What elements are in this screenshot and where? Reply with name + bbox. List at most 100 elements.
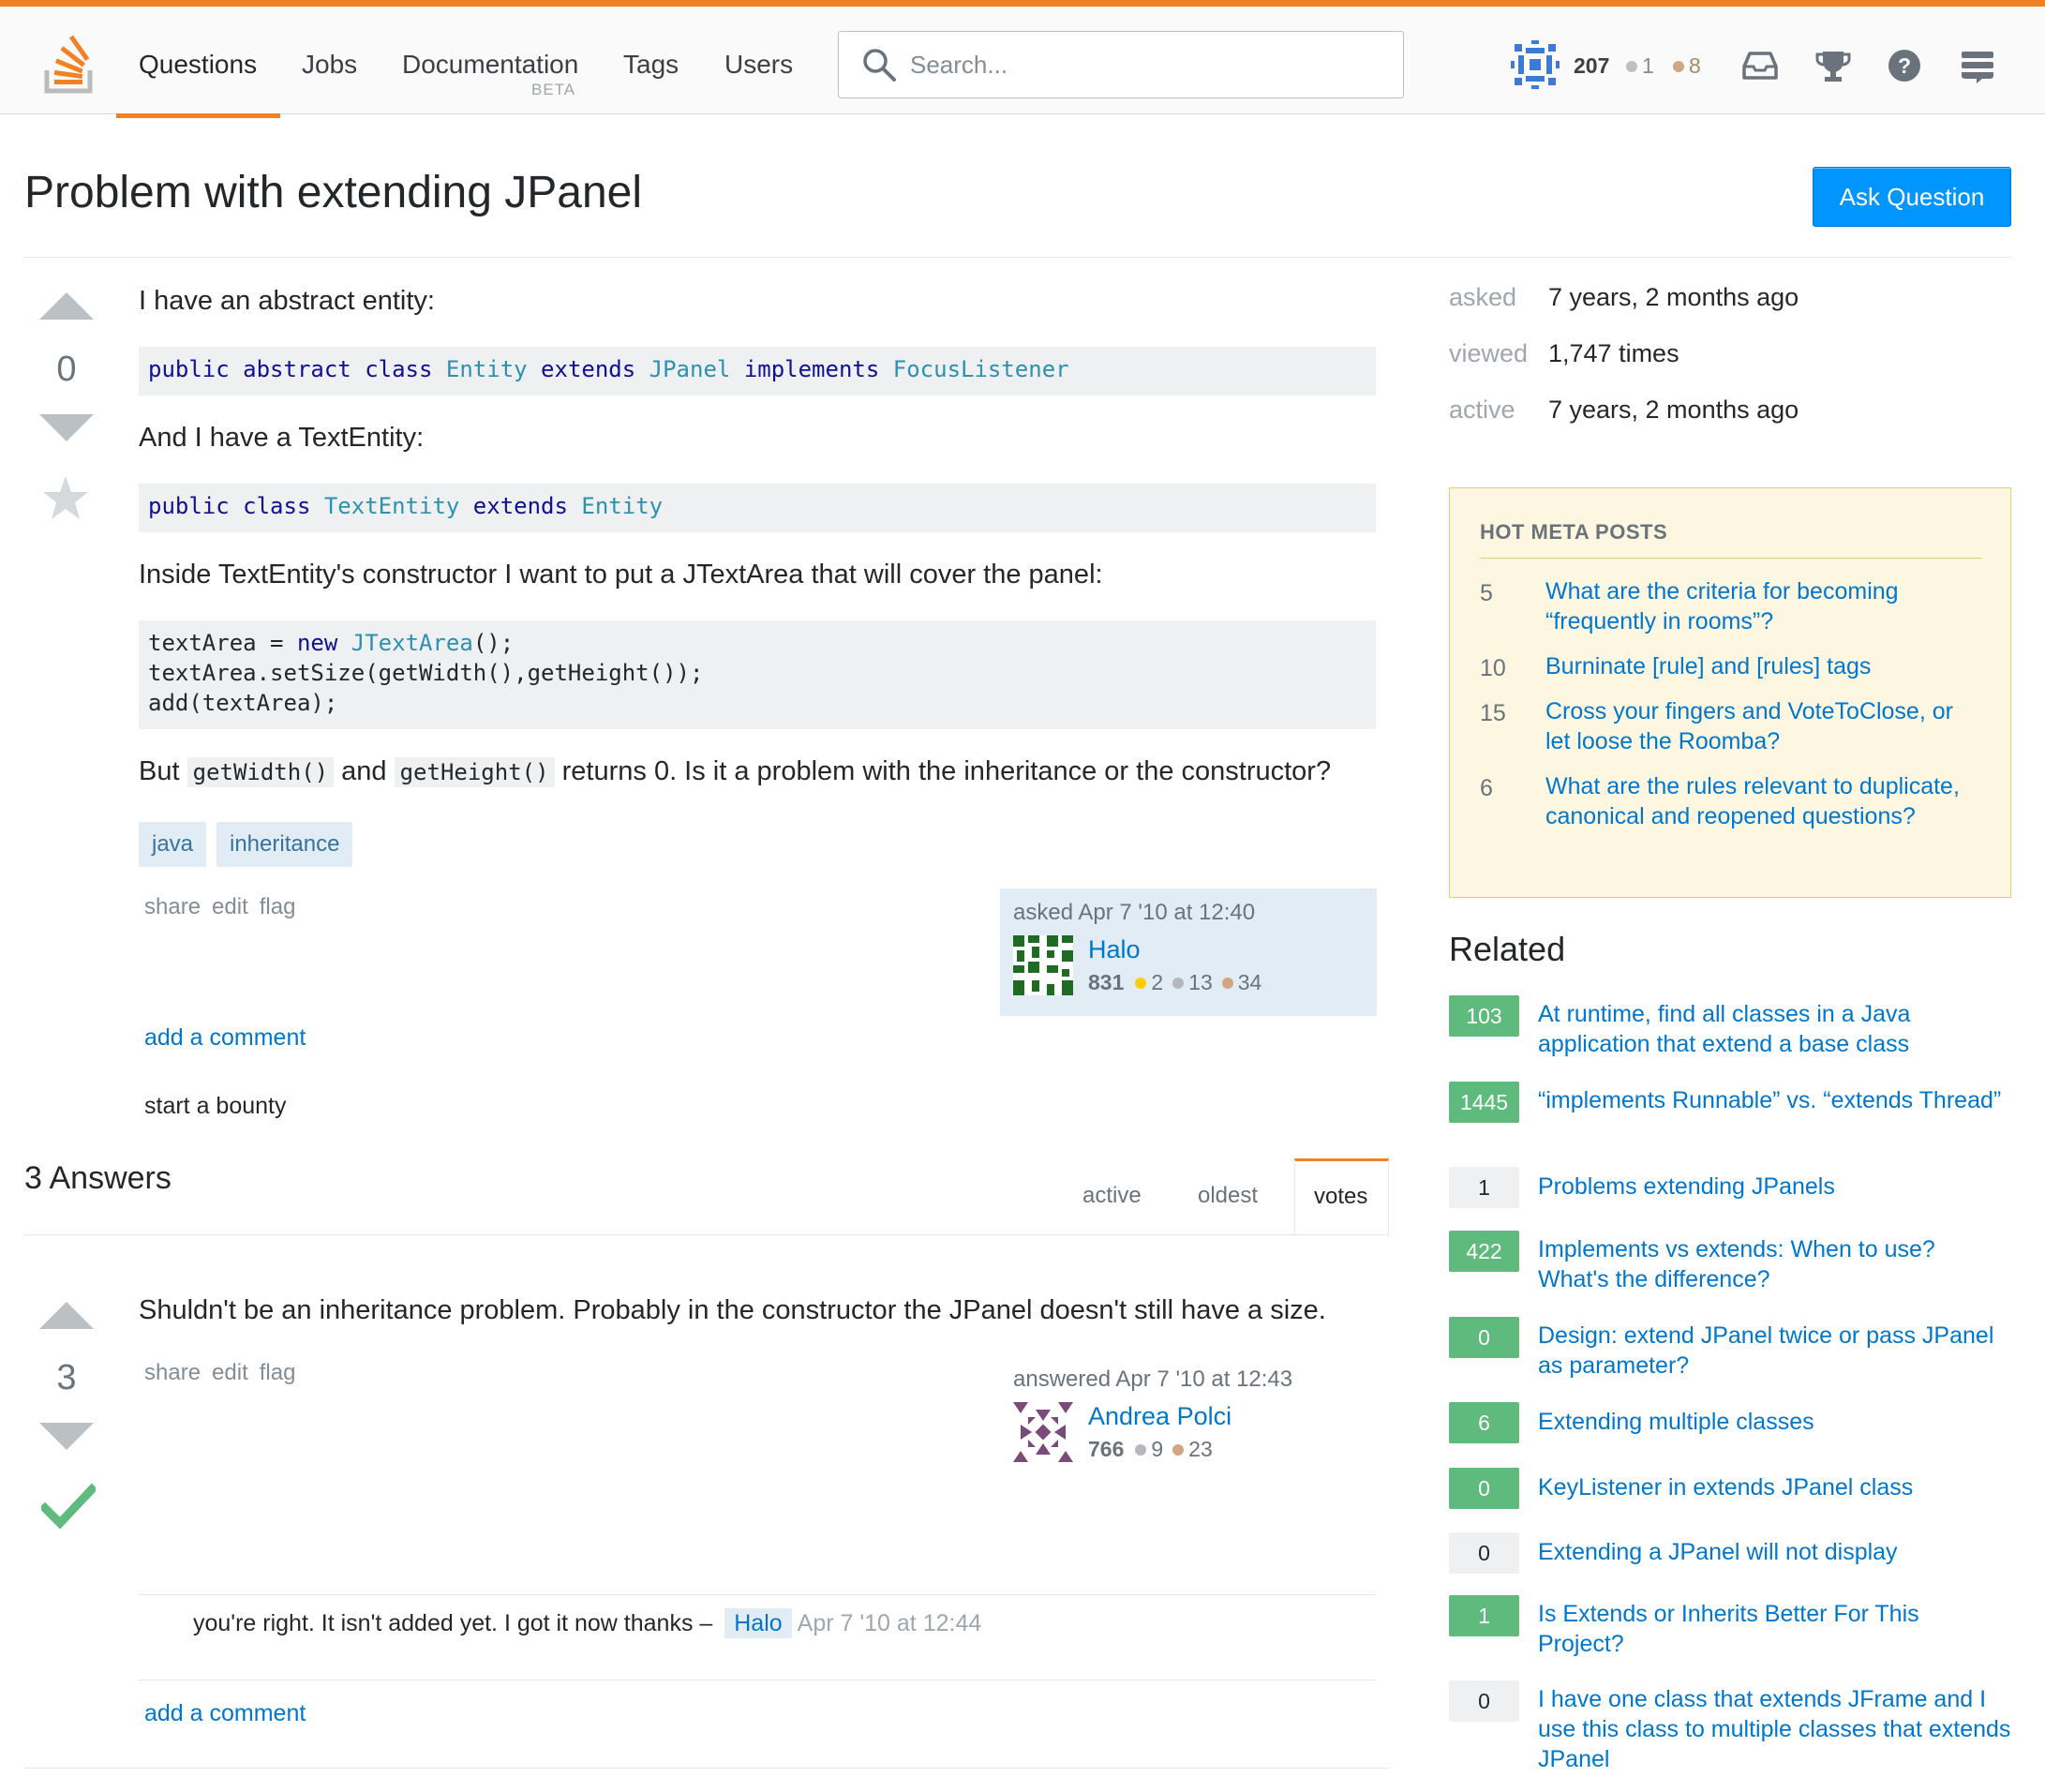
site-switcher-icon[interactable] — [1958, 46, 1997, 85]
code-block-entity: public abstract class Entity extends JPa… — [139, 347, 1376, 396]
related-link[interactable]: Implements vs extends: When to use? What… — [1538, 1234, 2011, 1294]
code-block-constructor: textArea = new JTextArea(); textArea.set… — [139, 620, 1376, 729]
related-score: 422 — [1449, 1231, 1519, 1272]
sort-tab-active[interactable]: active — [1082, 1183, 1142, 1209]
bronze-count: 8 — [1689, 53, 1701, 78]
accepted-checkmark-icon — [41, 1484, 96, 1530]
nav-tags[interactable]: Tags — [623, 50, 679, 80]
nav-users[interactable]: Users — [724, 50, 793, 80]
answer-flag-link[interactable]: flag — [260, 1360, 296, 1385]
favorite-star-icon[interactable] — [41, 474, 90, 523]
related-link[interactable]: I have one class that extends JFrame and… — [1538, 1684, 2011, 1774]
related-link[interactable]: Extending multiple classes — [1538, 1407, 2011, 1437]
ask-question-button[interactable]: Ask Question — [1813, 167, 2011, 227]
flag-link[interactable]: flag — [260, 894, 296, 919]
related-score: 103 — [1449, 995, 1519, 1037]
comment-divider-top — [139, 1594, 1376, 1595]
owner-silver-count: 13 — [1188, 970, 1213, 994]
nav-documentation[interactable]: Documentation — [402, 50, 578, 80]
silver-count: 1 — [1642, 53, 1654, 78]
related-link[interactable]: Is Extends or Inherits Better For This P… — [1538, 1599, 2011, 1659]
comment-time[interactable]: Apr 7 '10 at 12:44 — [798, 1610, 982, 1636]
answer-upvote-button[interactable] — [39, 1302, 94, 1329]
question-title[interactable]: Problem with extending JPanel — [24, 167, 642, 218]
stat-viewed-value: 1,747 times — [1548, 339, 1679, 367]
related-link[interactable]: At runtime, find all classes in a Java a… — [1538, 999, 2011, 1059]
related-score: 1 — [1449, 1595, 1519, 1636]
search-input[interactable] — [910, 45, 1379, 84]
author-bronze-count: 23 — [1188, 1437, 1213, 1461]
owner-stats: 831 2 13 34 — [1088, 970, 1271, 995]
related-score: 0 — [1449, 1468, 1519, 1509]
answer-divider — [24, 1768, 1389, 1769]
question-downvote-button[interactable] — [39, 414, 94, 441]
tag-java[interactable]: java — [139, 822, 207, 867]
answer-edit-link[interactable]: edit — [212, 1360, 248, 1385]
comment-user-link[interactable]: Halo — [724, 1608, 792, 1638]
help-icon[interactable]: ? — [1885, 46, 1924, 85]
owner-name-link[interactable]: Halo — [1088, 935, 1141, 964]
asked-time: asked Apr 7 '10 at 12:40 — [1013, 900, 1256, 925]
bronze-badge-icon — [1221, 978, 1233, 989]
author-reputation: 766 — [1088, 1437, 1125, 1461]
user-reputation: 207 — [1574, 53, 1610, 78]
answer-share-link[interactable]: share — [144, 1360, 201, 1385]
active-nav-indicator — [116, 113, 280, 118]
search-box[interactable] — [838, 31, 1404, 98]
answer-author-card: answered Apr 7 '10 at 12:43 Andrea Polci… — [1000, 1355, 1377, 1483]
achievements-trophy-icon[interactable] — [1814, 46, 1853, 85]
user-avatar[interactable] — [1511, 40, 1560, 89]
inbox-icon[interactable] — [1740, 46, 1780, 85]
related-link[interactable]: Problems extending JPanels — [1538, 1172, 2011, 1202]
andrea-polci-avatar[interactable] — [1013, 1402, 1073, 1462]
tag-inheritance[interactable]: inheritance — [216, 822, 353, 867]
meta-item-link[interactable]: Burninate [rule] and [rules] tags — [1545, 651, 1977, 681]
nav-questions[interactable]: Questions — [139, 50, 257, 80]
related-link[interactable]: KeyListener in extends JPanel class — [1538, 1472, 2011, 1502]
stat-active-value[interactable]: 7 years, 2 months ago — [1548, 396, 1799, 425]
meta-item-score: 5 — [1480, 580, 1493, 606]
share-link[interactable]: share — [144, 894, 201, 919]
silver-badge-icon — [1172, 978, 1185, 989]
related-score: 0 — [1449, 1317, 1519, 1358]
answer-downvote-button[interactable] — [39, 1423, 94, 1450]
silver-badge-icon — [1135, 1444, 1147, 1456]
author-stats: 766 9 23 — [1088, 1437, 1222, 1462]
sort-tab-votes-selected[interactable]: votes — [1294, 1158, 1389, 1235]
stat-viewed-label: viewed — [1449, 339, 1529, 367]
comment: you're right. It isn't added yet. I got … — [193, 1608, 982, 1638]
related-score: 1 — [1449, 1167, 1519, 1208]
related-link[interactable]: Extending a JPanel will not display — [1538, 1537, 2011, 1567]
sort-tab-votes-label: votes — [1314, 1184, 1368, 1209]
meta-item-link[interactable]: What are the criteria for becoming “freq… — [1545, 576, 1977, 636]
sort-tab-oldest[interactable]: oldest — [1198, 1183, 1258, 1209]
question-paragraph-4: But getWidth() and getHeight() returns 0… — [139, 756, 1331, 787]
author-silver-count: 9 — [1151, 1437, 1164, 1461]
comment-body: you're right. It isn't added yet. I got … — [193, 1610, 713, 1636]
question-post-menu: share edit flag — [144, 894, 306, 920]
inline-code-getheight: getHeight() — [394, 757, 555, 787]
question-score: 0 — [56, 350, 77, 389]
nav-jobs[interactable]: Jobs — [302, 50, 357, 80]
related-heading: Related — [1449, 930, 1566, 968]
author-name-link[interactable]: Andrea Polci — [1088, 1402, 1231, 1431]
meta-item-link[interactable]: Cross your fingers and VoteToClose, or l… — [1545, 696, 1977, 756]
question-paragraph-1: I have an abstract entity: — [139, 286, 435, 316]
related-score: 6 — [1449, 1402, 1519, 1443]
related-link[interactable]: Design: extend JPanel twice or pass JPan… — [1538, 1321, 2011, 1381]
question-upvote-button[interactable] — [39, 292, 94, 320]
answers-count-heading: 3 Answers — [24, 1160, 172, 1196]
meta-divider — [1480, 558, 1982, 559]
edit-link[interactable]: edit — [212, 894, 248, 919]
question-paragraph-2: And I have a TextEntity: — [139, 423, 425, 453]
meta-item-score: 10 — [1480, 655, 1506, 681]
stackoverflow-logo-icon[interactable] — [43, 35, 97, 95]
answer-add-comment-link[interactable]: add a comment — [144, 1700, 306, 1727]
question-add-comment-link[interactable]: add a comment — [144, 1024, 306, 1052]
halo-avatar[interactable] — [1013, 935, 1073, 995]
start-bounty-link[interactable]: start a bounty — [144, 1093, 286, 1120]
meta-item-link[interactable]: What are the rules relevant to duplicate… — [1545, 771, 1977, 831]
answer-body: Shuldn't be an inheritance problem. Prob… — [139, 1295, 1326, 1325]
related-link[interactable]: “implements Runnable” vs. “extends Threa… — [1538, 1085, 2011, 1115]
gold-badge-icon — [1135, 978, 1147, 989]
